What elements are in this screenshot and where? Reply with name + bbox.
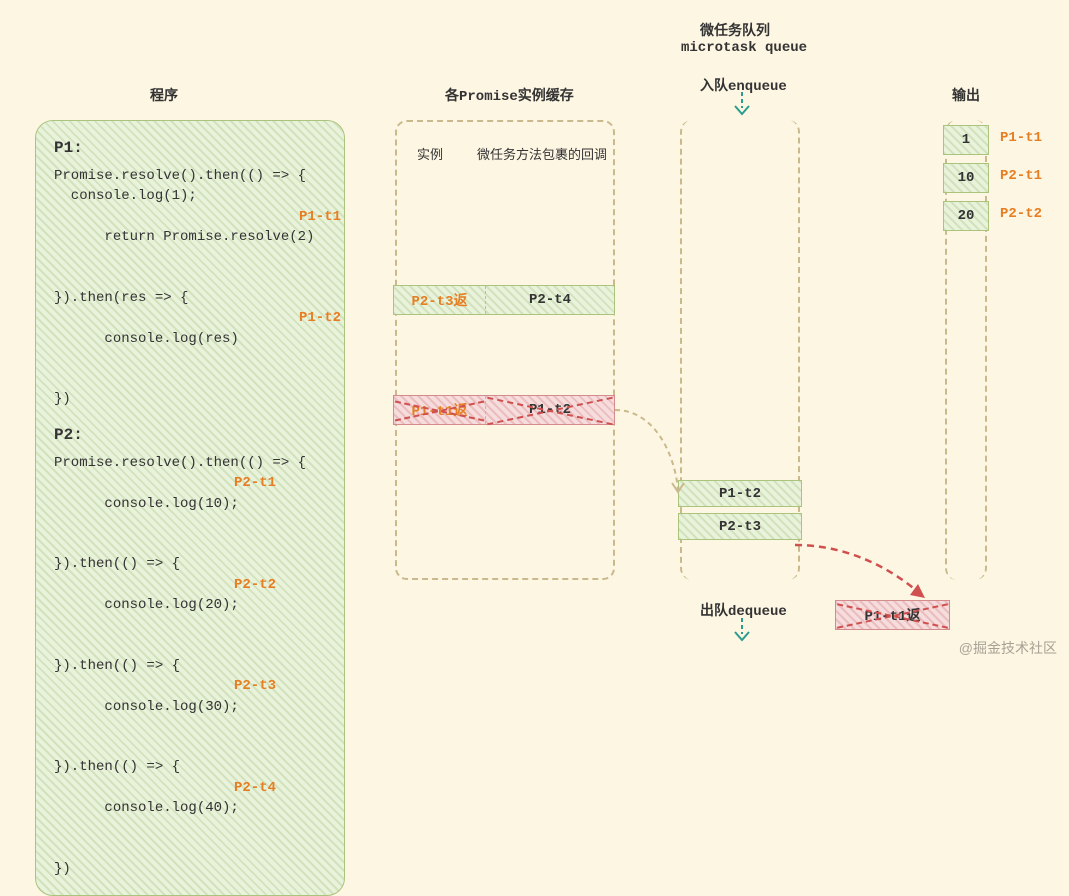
code-text: console.log(20); <box>88 597 239 613</box>
watermark: @掘金技术社区 <box>959 638 1057 658</box>
cache-header-callback: 微任务方法包裹的回调 <box>477 144 607 163</box>
dequeue-arrow-icon <box>732 618 752 644</box>
output-tag: P2-t1 <box>1000 168 1042 184</box>
code-line: Promise.resolve().then(() => { <box>54 453 330 473</box>
output-item: 10 <box>943 163 989 193</box>
p1-label: P1: <box>54 137 330 160</box>
output-tag: P2-t2 <box>1000 206 1042 222</box>
code-line: }).then(() => { <box>54 656 330 676</box>
code-line: }) <box>54 859 330 879</box>
code-text: console.log(30); <box>88 699 239 715</box>
cache-header-instance: 实例 <box>417 144 443 163</box>
code-line: Promise.resolve().then(() => { <box>54 166 330 186</box>
microtask-title-en: microtask queue <box>681 40 807 56</box>
tag-p1-t2: P1-t2 <box>299 308 341 328</box>
cache-row: P2-t3返 P2-t4 <box>393 285 615 315</box>
flow-arrow-icon <box>610 395 690 505</box>
cache-title: 各Promise实例缓存 <box>445 85 574 105</box>
code-text: console.log(40); <box>88 800 239 816</box>
queue-item: P2-t3 <box>678 513 802 540</box>
cache-cell-right: P1-t2 <box>486 396 614 424</box>
code-text: return Promise.resolve(2) <box>88 229 315 245</box>
tag-p2-t3: P2-t3 <box>234 676 276 696</box>
tag-p1-t1: P1-t1 <box>299 207 341 227</box>
cache-box: 实例 微任务方法包裹的回调 <box>395 120 615 580</box>
cache-row: P1-t1返 P1-t2 <box>393 395 615 425</box>
code-line: }).then(() => { <box>54 757 330 777</box>
code-line: return Promise.resolve(2) P1-t1 <box>54 207 330 288</box>
program-box: P1: Promise.resolve().then(() => { conso… <box>35 120 345 896</box>
code-line: console.log(10); P2-t1 <box>54 473 330 554</box>
code-line: console.log(20); P2-t2 <box>54 575 330 656</box>
output-title: 输出 <box>952 85 980 105</box>
code-line: console.log(30); P2-t3 <box>54 676 330 757</box>
queue-item: P1-t2 <box>678 480 802 507</box>
dequeue-label: 出队dequeue <box>700 600 787 620</box>
cache-cell-left: P1-t1返 <box>394 396 486 424</box>
queue-box <box>680 120 800 580</box>
output-item: 20 <box>943 201 989 231</box>
tag-p2-t1: P2-t1 <box>234 473 276 493</box>
tag-p2-t2: P2-t2 <box>234 575 276 595</box>
code-text: console.log(10); <box>88 496 239 512</box>
code-line: console.log(40); P2-t4 <box>54 778 330 859</box>
program-title: 程序 <box>150 85 178 105</box>
code-text: console.log(res) <box>88 331 239 347</box>
enqueue-arrow-icon <box>732 92 752 118</box>
tag-p2-t4: P2-t4 <box>234 778 276 798</box>
cache-cell-right: P2-t4 <box>486 286 614 314</box>
code-line: console.log(res) P1-t2 <box>54 308 330 389</box>
p2-label: P2: <box>54 424 330 447</box>
output-tag: P1-t1 <box>1000 130 1042 146</box>
code-line: }).then(() => { <box>54 554 330 574</box>
dequeue-flow-arrow-icon <box>790 540 940 615</box>
microtask-title-cn: 微任务队列 <box>700 20 770 40</box>
code-line: }) <box>54 389 330 409</box>
code-line: console.log(1); <box>54 186 330 206</box>
code-line: }).then(res => { <box>54 288 330 308</box>
cache-cell-left: P2-t3返 <box>394 286 486 314</box>
output-item: 1 <box>943 125 989 155</box>
